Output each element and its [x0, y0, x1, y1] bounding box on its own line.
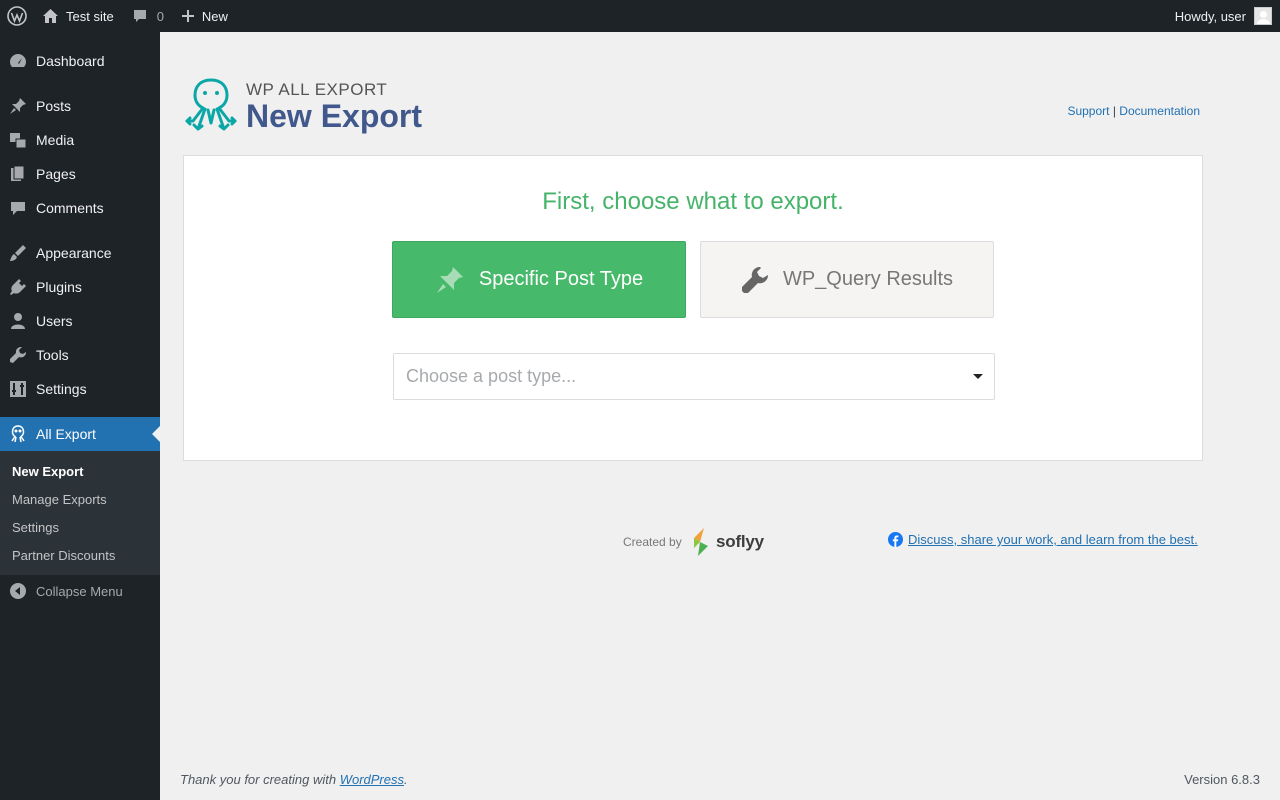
wordpress-logo-icon[interactable]: [0, 0, 34, 32]
pin-icon: [0, 97, 36, 115]
wp-all-export-logo-icon: [184, 77, 238, 136]
sidebar-item-comments[interactable]: Comments: [0, 191, 160, 225]
sidebar-item-appearance[interactable]: Appearance: [0, 236, 160, 270]
avatar: [1254, 7, 1272, 25]
site-name-link[interactable]: Test site: [42, 0, 114, 32]
dashboard-icon: [0, 52, 36, 70]
wp-query-results-label: WP_Query Results: [782, 268, 954, 290]
footer-thanks-suffix: .: [404, 772, 408, 787]
header-links: Support | Documentation: [1067, 104, 1200, 118]
sidebar-item-dashboard[interactable]: Dashboard: [0, 44, 160, 78]
comment-icon: [133, 10, 146, 22]
admin-sidebar: Dashboard Posts Media Pages Comments App…: [0, 32, 160, 800]
sidebar-item-settings[interactable]: Settings: [0, 372, 160, 406]
plus-icon: [181, 10, 194, 22]
collapse-menu-button[interactable]: Collapse Menu: [0, 574, 160, 608]
sidebar-item-plugins[interactable]: Plugins: [0, 270, 160, 304]
sidebar-item-posts[interactable]: Posts: [0, 89, 160, 123]
new-content-link[interactable]: New: [181, 0, 228, 32]
settings-icon: [0, 380, 36, 398]
documentation-link[interactable]: Documentation: [1119, 104, 1200, 118]
sidebar-item-pages[interactable]: Pages: [0, 157, 160, 191]
comment-icon: [0, 199, 36, 217]
home-icon: [43, 9, 58, 23]
all-export-submenu: New Export Manage Exports Settings Partn…: [0, 451, 160, 575]
sidebar-item-users[interactable]: Users: [0, 304, 160, 338]
collapse-label: Collapse Menu: [36, 583, 123, 599]
created-by-text: Created by: [623, 535, 682, 549]
my-account[interactable]: Howdy, user: [1175, 0, 1272, 32]
wp-query-results-button[interactable]: WP_Query Results: [700, 241, 994, 318]
wrench-icon: [0, 346, 36, 364]
comments-link[interactable]: 0: [132, 0, 164, 32]
link-separator: |: [1112, 104, 1116, 118]
specific-post-type-button[interactable]: Specific Post Type: [392, 241, 686, 318]
submenu-manage-exports[interactable]: Manage Exports: [0, 486, 160, 514]
wrench-icon: [741, 266, 768, 293]
new-label: New: [201, 8, 228, 24]
sidebar-item-all-export[interactable]: All Export: [0, 417, 160, 451]
brand-name: WP ALL EXPORT: [246, 80, 388, 99]
comments-count: 0: [156, 8, 164, 24]
facebook-group-link[interactable]: Discuss, share your work, and learn from…: [908, 532, 1198, 547]
post-type-placeholder: Choose a post type...: [406, 366, 577, 386]
admin-bar: Test site 0 New Howdy, user: [0, 0, 1280, 32]
export-type-panel: First, choose what to export. Specific P…: [183, 155, 1203, 461]
soflyy-logo-icon: [694, 528, 708, 556]
pin-icon: [436, 266, 463, 293]
sidebar-item-media[interactable]: Media: [0, 123, 160, 157]
howdy-text: Howdy, user: [1174, 8, 1246, 24]
soflyy-name: soflyy: [716, 532, 764, 551]
brush-icon: [0, 244, 36, 262]
chevron-down-icon: [973, 374, 983, 379]
footer-thanks: Thank you for creating with WordPress.: [180, 772, 408, 787]
page-title: New Export: [246, 98, 423, 134]
footer-version: Version 6.8.3: [1184, 772, 1260, 787]
facebook-community: Discuss, share your work, and learn from…: [888, 532, 1198, 547]
soflyy-logo[interactable]: soflyy: [690, 526, 764, 558]
media-icon: [0, 131, 36, 149]
specific-post-type-label: Specific Post Type: [478, 268, 644, 290]
submenu-settings[interactable]: Settings: [0, 514, 160, 542]
support-link[interactable]: Support: [1067, 104, 1109, 118]
panel-heading: First, choose what to export.: [542, 188, 844, 215]
octopus-icon: [0, 424, 36, 444]
sidebar-item-tools[interactable]: Tools: [0, 338, 160, 372]
user-icon: [0, 312, 36, 330]
site-name: Test site: [66, 8, 114, 24]
submenu-partner-discounts[interactable]: Partner Discounts: [0, 542, 160, 570]
facebook-icon: [888, 532, 903, 547]
collapse-icon: [0, 582, 36, 600]
footer-thanks-prefix: Thank you for creating with: [180, 772, 340, 787]
submenu-new-export[interactable]: New Export: [0, 458, 160, 486]
post-type-select[interactable]: Choose a post type...: [393, 353, 995, 400]
pages-icon: [0, 165, 36, 183]
plugin-icon: [0, 278, 36, 296]
wordpress-link[interactable]: WordPress: [340, 772, 404, 787]
